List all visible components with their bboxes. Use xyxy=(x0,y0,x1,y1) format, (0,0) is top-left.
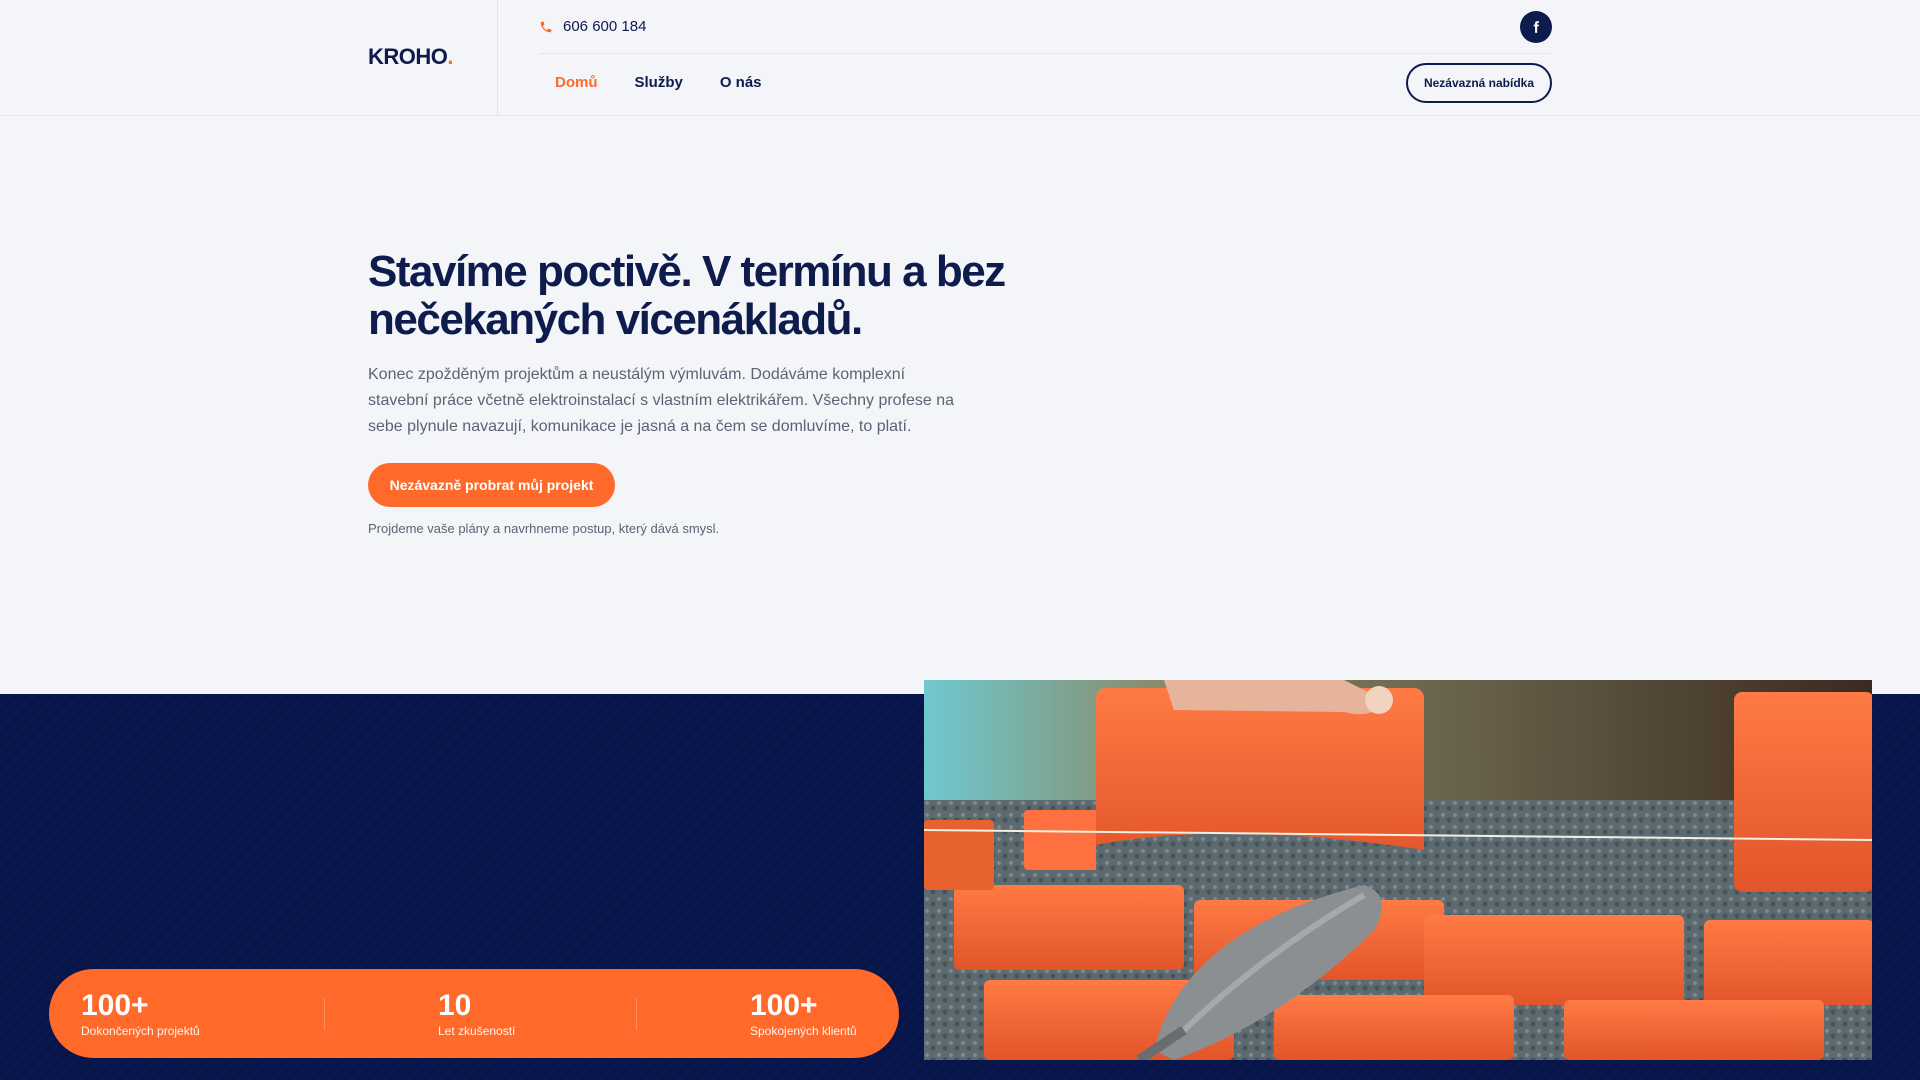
logo-column: KROHO. xyxy=(0,0,498,116)
stats-bar: 100+ Dokončených projektů 10 Let zkušeno… xyxy=(49,969,899,1058)
top-bar: 606 600 184 xyxy=(539,0,1552,54)
logo-text: KROHO xyxy=(368,44,448,69)
stat-projects: 100+ Dokončených projektů xyxy=(81,989,200,1039)
stat-label: Dokončených projektů xyxy=(81,1024,200,1038)
bricklaying-image xyxy=(924,680,1872,1060)
stat-clients: 100+ Spokojených klientů xyxy=(750,989,857,1039)
facebook-link[interactable] xyxy=(1520,11,1552,43)
phone-icon xyxy=(540,21,552,32)
logo[interactable]: KROHO. xyxy=(368,44,453,70)
nav-item-home[interactable]: Domů xyxy=(555,74,598,91)
stat-label: Let zkušeností xyxy=(438,1024,516,1038)
quote-button[interactable]: Nezávazná nabídka xyxy=(1406,63,1552,103)
hero-title: Stavíme poctivě. V termínu a bez nečekan… xyxy=(368,247,1006,344)
stat-value: 10 xyxy=(438,989,472,1022)
stat-value: 100+ xyxy=(81,989,149,1022)
nav-item-about[interactable]: O nás xyxy=(720,74,762,91)
stat-label: Spokojených klientů xyxy=(750,1024,857,1038)
discuss-project-button[interactable]: Nezávazně probrat můj projekt xyxy=(368,463,615,507)
facebook-icon xyxy=(1533,21,1539,33)
stat-divider xyxy=(324,998,325,1030)
hero-note: Projdeme vaše plány a navrhneme postup, … xyxy=(368,521,720,536)
phone-number: 606 600 184 xyxy=(563,18,647,35)
stat-value: 100+ xyxy=(750,989,818,1022)
nav-item-services[interactable]: Služby xyxy=(635,74,683,91)
phone-link[interactable]: 606 600 184 xyxy=(539,18,646,35)
logo-dot: . xyxy=(447,44,454,69)
hero-description: Konec zpožděným projektům a neustálým vý… xyxy=(368,366,955,435)
stat-divider xyxy=(636,998,637,1030)
site-header: KROHO. 606 600 184 Domů Služby O nás Nez… xyxy=(0,0,1920,116)
stat-experience: 10 Let zkušeností xyxy=(438,989,515,1039)
main-nav: Domů Služby O nás xyxy=(555,74,762,91)
hero-photo xyxy=(924,680,1872,1060)
